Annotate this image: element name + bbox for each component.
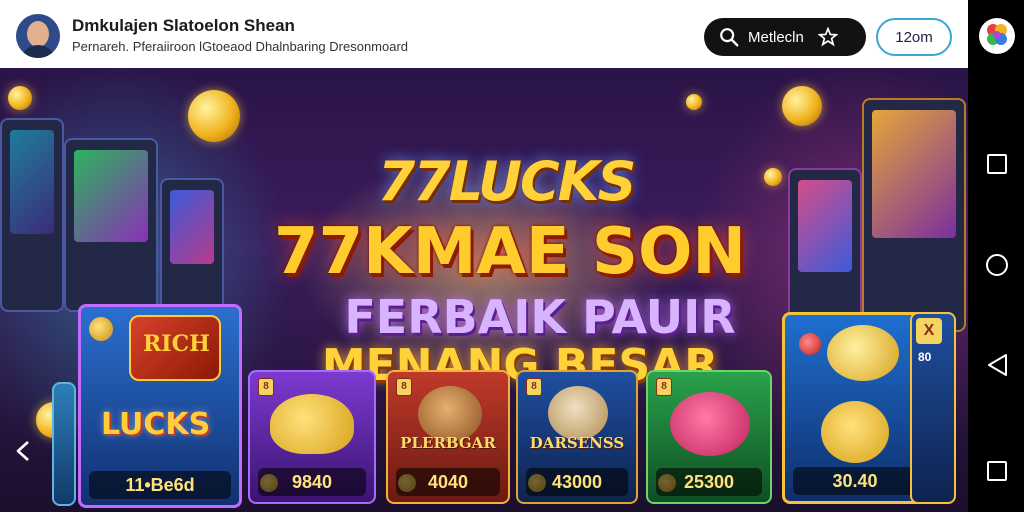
gold-coin: [8, 86, 32, 110]
slot-screen: [74, 150, 148, 242]
slot-cabinet: [862, 98, 966, 332]
card-title: LUCKS: [101, 407, 211, 442]
gold-coin: [188, 90, 240, 142]
home-icon[interactable]: [986, 254, 1008, 276]
medal-icon: [89, 317, 113, 341]
promo-banner[interactable]: 77LUCKS 77KMAE SON FERBAIK PAUIR MENANG …: [0, 68, 968, 512]
slot-screen: [170, 190, 214, 264]
app-header: Dmkulajen Slatoelon Shean Pernareh. Pfer…: [0, 0, 968, 68]
card-tag: 8: [526, 378, 542, 396]
headline: 77KMAE SON: [274, 215, 746, 289]
gold-coin: [782, 86, 822, 126]
slot-screen: [10, 130, 54, 234]
game-card[interactable]: RICH LUCKS 11•Be6d: [78, 304, 242, 508]
golden-planet-icon: [827, 325, 899, 381]
card-tag: 8: [258, 378, 274, 396]
card-price: 25300: [656, 468, 762, 496]
search-icon: [720, 28, 739, 47]
card-price: 4040: [396, 468, 500, 496]
side-label: 80: [918, 350, 932, 364]
game-card[interactable]: 30.40: [782, 312, 928, 504]
chest-label: RICH: [143, 331, 210, 357]
gold-coin: [764, 168, 782, 186]
search-label: Metlecln: [748, 28, 804, 46]
tagline: FERBAIK PAUIR: [344, 290, 736, 344]
slot-cabinet: [160, 178, 224, 322]
card-price: 30.40: [793, 467, 917, 495]
recent-apps-icon[interactable]: [987, 154, 1007, 174]
card-title: PLERBGAR: [400, 434, 496, 452]
card-tag: 8: [396, 378, 412, 396]
slot-screen: [798, 180, 852, 272]
game-card-edge: X 80: [910, 312, 956, 504]
palette-icon: [987, 24, 1007, 45]
avatar-face: [27, 21, 49, 47]
count-pill-button[interactable]: 12om: [876, 18, 952, 56]
back-icon[interactable]: [986, 353, 1008, 377]
card-price: 43000: [526, 468, 628, 496]
game-card[interactable]: 8 25300: [646, 370, 772, 504]
golden-sun-icon: [821, 401, 889, 463]
page-subtitle: Pernareh. Pferaiiroon lGtoeaod Dhalnbari…: [72, 39, 409, 54]
game-card-edge: [52, 382, 76, 506]
game-card[interactable]: 8 PLERBGAR 4040: [386, 370, 510, 504]
red-gem-icon: [799, 333, 821, 355]
close-badge[interactable]: X: [916, 318, 942, 344]
app-icon[interactable]: [979, 18, 1015, 54]
rich-chest: RICH: [129, 315, 221, 381]
golden-fish-icon: [270, 394, 354, 454]
gold-coin: [686, 94, 702, 110]
card-title: DARSENSS: [529, 434, 625, 452]
avatar-shirt: [20, 45, 56, 58]
pink-creature-icon: [670, 392, 750, 456]
slot-cabinet: [64, 138, 158, 312]
dog-icon: [548, 386, 608, 440]
game-card[interactable]: 8 DARSENSS 43000: [516, 370, 638, 504]
star-icon[interactable]: [817, 27, 838, 47]
card-tag: 8: [656, 378, 672, 396]
slot-cabinet: [0, 118, 64, 312]
game-card[interactable]: 8 9840: [248, 370, 376, 504]
avatar[interactable]: [16, 14, 60, 58]
search-button[interactable]: Metlecln: [704, 18, 866, 56]
card-price: 11•Be6d: [89, 471, 231, 499]
recent-apps-icon[interactable]: [987, 461, 1007, 481]
chevron-left-icon[interactable]: [14, 440, 34, 462]
page-title: Dmkulajen Slatoelon Shean: [72, 16, 295, 35]
brand-logo: 77LUCKS: [377, 150, 637, 213]
slot-screen: [872, 110, 956, 238]
card-price: 9840: [258, 468, 366, 496]
